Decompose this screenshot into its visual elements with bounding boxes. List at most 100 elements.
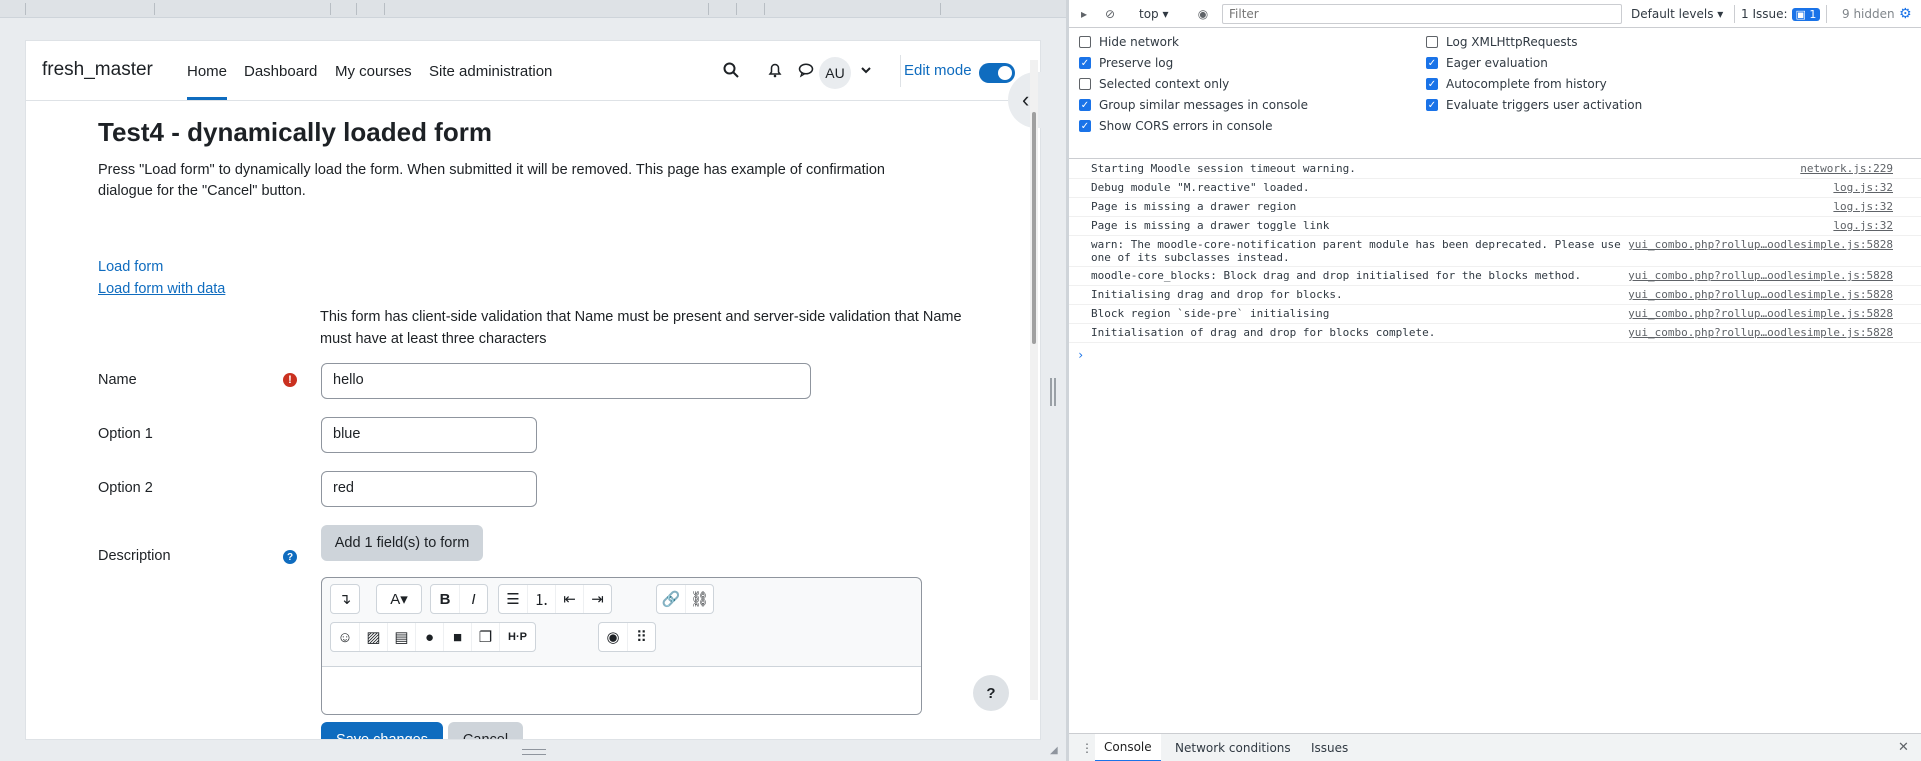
setting-checkbox[interactable]: ✓ bbox=[1426, 99, 1438, 111]
setting-log-xhr[interactable]: Log XMLHttpRequests bbox=[1426, 35, 1578, 49]
user-menu-chevron-down-icon[interactable] bbox=[855, 59, 877, 81]
accessibility-checker-icon[interactable]: ◉ bbox=[599, 623, 627, 651]
messages-icon[interactable] bbox=[795, 59, 817, 81]
console-settings-gear-icon[interactable]: ⚙ bbox=[1899, 6, 1912, 22]
console-filter-input[interactable] bbox=[1222, 4, 1622, 24]
tab-console[interactable]: Console bbox=[1095, 734, 1161, 761]
user-avatar[interactable]: AU bbox=[819, 57, 851, 89]
footer-help-button[interactable]: ? bbox=[973, 675, 1009, 711]
option2-label: Option 2 bbox=[98, 480, 153, 496]
setting-hide-network[interactable]: Hide network bbox=[1079, 35, 1179, 49]
nav-dashboard[interactable]: Dashboard bbox=[244, 63, 317, 80]
description-help-icon[interactable]: ? bbox=[283, 550, 297, 564]
sidebar-toggle-icon[interactable]: ▸ bbox=[1076, 6, 1092, 22]
splitter-grip-icon[interactable] bbox=[1050, 378, 1056, 406]
page-scrollbar-thumb[interactable] bbox=[1032, 112, 1036, 344]
message-source-link[interactable]: yui_combo.php?rollup…oodlesimple.js:5828 bbox=[1628, 326, 1893, 339]
message-text: Page is missing a drawer region bbox=[1091, 200, 1297, 213]
message-source-link[interactable]: log.js:32 bbox=[1833, 200, 1893, 213]
name-input[interactable]: hello bbox=[321, 363, 811, 399]
context-selector[interactable]: top ▾ bbox=[1139, 7, 1169, 21]
unordered-list-icon[interactable]: ☰ bbox=[499, 585, 527, 613]
setting-checkbox[interactable]: ✓ bbox=[1079, 120, 1091, 132]
setting-label: Autocomplete from history bbox=[1446, 77, 1607, 91]
load-form-with-data-link[interactable]: Load form with data bbox=[98, 281, 225, 297]
setting-evaluate-triggers[interactable]: ✓ Evaluate triggers user activation bbox=[1426, 98, 1642, 112]
message-text: Page is missing a drawer toggle link bbox=[1091, 219, 1330, 232]
message-text: moodle-core_blocks: Block drag and drop … bbox=[1091, 269, 1582, 282]
nav-my-courses[interactable]: My courses bbox=[335, 63, 412, 80]
editor-toolbar-group-format: B I bbox=[430, 584, 488, 614]
toolbar-toggle-icon[interactable]: ↴ bbox=[331, 585, 359, 613]
tab-network-conditions[interactable]: Network conditions bbox=[1166, 734, 1300, 761]
message-source-link[interactable]: yui_combo.php?rollup…oodlesimple.js:5828 bbox=[1628, 307, 1893, 320]
bold-icon[interactable]: B bbox=[431, 585, 459, 613]
option1-input[interactable]: blue bbox=[321, 417, 537, 453]
message-source-link[interactable]: log.js:32 bbox=[1833, 219, 1893, 232]
edit-mode-toggle[interactable] bbox=[979, 63, 1015, 83]
setting-checkbox[interactable]: ✓ bbox=[1426, 57, 1438, 69]
clear-console-icon[interactable]: ⊘ bbox=[1102, 6, 1118, 22]
setting-checkbox[interactable] bbox=[1079, 78, 1091, 90]
image-icon[interactable]: ▨ bbox=[359, 623, 387, 651]
message-source-link[interactable]: log.js:32 bbox=[1833, 181, 1893, 194]
ordered-list-icon[interactable]: ⒈ bbox=[527, 585, 555, 613]
issues-label: 1 Issue: bbox=[1741, 7, 1788, 21]
setting-cors-errors[interactable]: ✓ Show CORS errors in console bbox=[1079, 119, 1273, 133]
setting-label: Evaluate triggers user activation bbox=[1446, 98, 1643, 112]
screenreader-helper-icon[interactable]: ⠿ bbox=[627, 623, 655, 651]
close-drawer-icon[interactable]: ✕ bbox=[1898, 740, 1909, 755]
h5p-icon[interactable]: H·P bbox=[499, 623, 535, 651]
setting-checkbox[interactable] bbox=[1079, 36, 1091, 48]
media-file-icon[interactable]: ▤ bbox=[387, 623, 415, 651]
message-source-link[interactable]: yui_combo.php?rollup…oodlesimple.js:5828 bbox=[1628, 238, 1893, 251]
cancel-button[interactable]: Cancel bbox=[448, 722, 523, 739]
live-expression-eye-icon[interactable]: ◉ bbox=[1195, 6, 1211, 22]
paragraph-style-icon[interactable]: A▾ bbox=[377, 585, 421, 613]
setting-preserve-log[interactable]: ✓ Preserve log bbox=[1079, 56, 1173, 70]
message-source-link[interactable]: yui_combo.php?rollup…oodlesimple.js:5828 bbox=[1628, 288, 1893, 301]
log-levels-dropdown[interactable]: Default levels ▾ bbox=[1631, 7, 1723, 21]
validation-note: This form has client-side validation tha… bbox=[320, 309, 962, 347]
edit-mode-label[interactable]: Edit mode bbox=[904, 62, 972, 79]
navbar: fresh_master Home Dashboard My courses S… bbox=[26, 41, 1040, 101]
setting-checkbox[interactable] bbox=[1426, 36, 1438, 48]
save-changes-button[interactable]: Save changes bbox=[321, 722, 443, 739]
option2-input[interactable]: red bbox=[321, 471, 537, 507]
italic-icon[interactable]: I bbox=[459, 585, 487, 613]
setting-checkbox[interactable]: ✓ bbox=[1079, 57, 1091, 69]
viewport-resize-corner-icon[interactable]: ◢ bbox=[1050, 745, 1058, 756]
site-name[interactable]: fresh_master bbox=[42, 59, 153, 81]
setting-eager-evaluation[interactable]: ✓ Eager evaluation bbox=[1426, 56, 1548, 70]
indent-icon[interactable]: ⇥ bbox=[583, 585, 611, 613]
setting-checkbox[interactable]: ✓ bbox=[1079, 99, 1091, 111]
setting-autocomplete-history[interactable]: ✓ Autocomplete from history bbox=[1426, 77, 1607, 91]
tab-issues[interactable]: Issues bbox=[1302, 734, 1357, 761]
unlink-icon[interactable]: ⛓ bbox=[685, 585, 713, 613]
emoji-icon[interactable]: ☺ bbox=[331, 623, 359, 651]
add-field-button[interactable]: Add 1 field(s) to form bbox=[321, 525, 483, 561]
load-form-link[interactable]: Load form bbox=[98, 259, 163, 275]
outdent-icon[interactable]: ⇤ bbox=[555, 585, 583, 613]
message-source-link[interactable]: network.js:229 bbox=[1800, 162, 1893, 175]
message-source-link[interactable]: yui_combo.php?rollup…oodlesimple.js:5828 bbox=[1628, 269, 1893, 282]
setting-checkbox[interactable]: ✓ bbox=[1426, 78, 1438, 90]
console-prompt-chevron-icon[interactable]: › bbox=[1077, 348, 1084, 362]
viewport-resize-handle[interactable] bbox=[522, 749, 546, 755]
nav-site-administration[interactable]: Site administration bbox=[429, 63, 552, 80]
setting-group-similar[interactable]: ✓ Group similar messages in console bbox=[1079, 98, 1308, 112]
search-icon[interactable] bbox=[720, 59, 742, 81]
console-message: Initialising drag and drop for blocks. yu… bbox=[1069, 286, 1921, 305]
message-text: Block region `side-pre` initialising bbox=[1091, 307, 1330, 320]
drawer-menu-kebab-icon[interactable]: ⋮ bbox=[1081, 741, 1093, 755]
nav-home[interactable]: Home bbox=[187, 63, 228, 100]
issues-counter[interactable]: 1 Issue: ▣ 1 bbox=[1734, 5, 1828, 23]
option1-label: Option 1 bbox=[98, 426, 153, 442]
link-icon[interactable]: 🔗 bbox=[657, 585, 685, 613]
manage-files-icon[interactable]: ❐ bbox=[471, 623, 499, 651]
editor-content-area[interactable] bbox=[322, 666, 921, 714]
record-audio-icon[interactable]: ● bbox=[415, 623, 443, 651]
record-video-icon[interactable]: ■ bbox=[443, 623, 471, 651]
notification-bell-icon[interactable] bbox=[764, 59, 786, 81]
setting-selected-context[interactable]: Selected context only bbox=[1079, 77, 1229, 91]
